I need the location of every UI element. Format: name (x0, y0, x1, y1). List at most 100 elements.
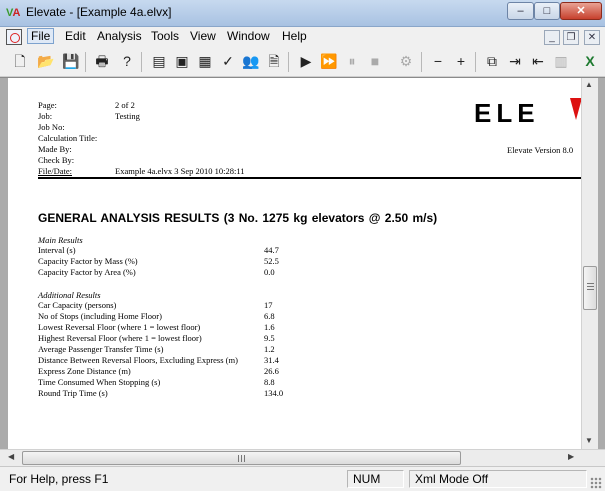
header-value-page: 2 of 2 (115, 100, 135, 110)
result-value: 44.7 (264, 245, 279, 255)
toolbar-separator (85, 52, 86, 72)
result-value: 1.2 (264, 344, 275, 354)
header-label-calculation-title: Calculation Title: (38, 133, 98, 143)
result-value: 31.4 (264, 355, 279, 365)
header-label-file-date: File/Date: (38, 166, 72, 176)
result-value: 1.6 (264, 322, 275, 332)
version-label: Elevate Version 8.0 (507, 145, 574, 155)
vertical-scrollbar[interactable]: ▲ ▼ (581, 78, 598, 450)
play-icon[interactable]: ▶ (295, 51, 317, 72)
result-label: Highest Reversal Floor (where 1 = lowest… (38, 333, 202, 343)
result-value: 52.5 (264, 256, 279, 266)
header-value-file-date: Example 4a.elvx 3 Sep 2010 10:28:11 (115, 166, 245, 176)
pause-icon[interactable]: ⏸ (341, 51, 363, 72)
toolbar-separator (141, 52, 142, 72)
save-icon[interactable]: 💾 (60, 51, 82, 72)
copy-icon[interactable]: ⧉ (481, 51, 503, 72)
settings-icon[interactable]: ⚙ (395, 51, 417, 72)
result-label: Express Zone Distance (m) (38, 366, 131, 376)
brand-accent-shape (570, 98, 581, 120)
grip-icon (587, 283, 594, 291)
horizontal-scroll-thumb[interactable] (22, 451, 461, 465)
result-label: Average Passenger Transfer Time (s) (38, 344, 164, 354)
zoom-in-icon[interactable]: + (450, 51, 472, 72)
maximize-button[interactable]: □ (534, 2, 560, 20)
fast-forward-icon[interactable]: ⏩ (318, 51, 340, 72)
document-icon[interactable] (6, 29, 22, 45)
header-label-made-by: Made By: (38, 144, 72, 154)
menu-help[interactable]: Help (279, 29, 310, 43)
result-label: No of Stops (including Home Floor) (38, 311, 162, 321)
app-icon[interactable]: VA (6, 6, 22, 20)
toolbar-separator (288, 52, 289, 72)
grip-icon (238, 455, 246, 462)
status-bar: For Help, press F1 NUM Xml Mode Off (0, 466, 605, 491)
result-label: Distance Between Reversal Floors, Exclud… (38, 355, 238, 365)
brand-logo: ELE (474, 98, 540, 128)
mdi-minimize-button[interactable]: _ (544, 30, 560, 45)
people-icon[interactable]: 👥 (240, 51, 262, 72)
scroll-down-arrow-icon[interactable]: ▼ (585, 436, 593, 445)
export-icon[interactable]: ⇥ (504, 51, 526, 72)
monitor-icon[interactable]: ▣ (171, 51, 193, 72)
open-icon[interactable]: 📂 (35, 51, 57, 72)
help-icon[interactable]: ? (116, 51, 138, 72)
header-value-job: Testing (115, 111, 140, 121)
result-value: 134.0 (264, 388, 284, 398)
minimize-button[interactable]: – (507, 2, 534, 20)
import-icon[interactable]: ⇤ (527, 51, 549, 72)
document-area: Page: 2 of 2 Job: Testing Job No: Calcul… (0, 77, 605, 450)
xml-mode-indicator: Xml Mode Off (409, 470, 587, 488)
menu-edit[interactable]: Edit (62, 29, 89, 43)
result-value: 26.6 (264, 366, 279, 376)
num-lock-indicator: NUM (347, 470, 404, 488)
menu-analysis[interactable]: Analysis (94, 29, 145, 43)
mdi-close-button[interactable]: ✕ (584, 30, 600, 45)
scroll-right-arrow-icon[interactable]: ▶ (568, 452, 574, 461)
horizontal-scrollbar[interactable]: ◀ ▶ (0, 449, 605, 466)
mdi-restore-button[interactable]: ❐ (563, 30, 579, 45)
scroll-left-arrow-icon[interactable]: ◀ (8, 452, 14, 461)
report-icon[interactable]: 🗎 (263, 51, 285, 72)
result-value: 0.0 (264, 267, 275, 277)
result-value: 17 (264, 300, 273, 310)
menu-bar: File Edit Analysis Tools View Window Hel… (0, 27, 605, 47)
close-button[interactable]: ✕ (560, 2, 602, 20)
view-icon[interactable]: ▦ (194, 51, 216, 72)
header-label-check-by: Check By: (38, 155, 75, 165)
result-value: 9.5 (264, 333, 275, 343)
data-icon[interactable]: ▤ (148, 51, 170, 72)
resize-grip-icon[interactable] (590, 477, 602, 489)
result-label: Car Capacity (persons) (38, 300, 117, 310)
result-label: Capacity Factor by Area (%) (38, 267, 136, 277)
window-title: Elevate - [Example 4a.elvx] (26, 5, 172, 19)
header-label-page: Page: (38, 100, 57, 110)
menu-tools[interactable]: Tools (148, 29, 182, 43)
result-label: Time Consumed When Stopping (s) (38, 377, 161, 387)
checklist-icon[interactable]: ✓ (217, 51, 239, 72)
menu-window[interactable]: Window (224, 29, 273, 43)
vertical-scroll-thumb[interactable] (583, 266, 597, 310)
scroll-up-arrow-icon[interactable]: ▲ (585, 80, 593, 89)
excel-icon[interactable]: X (579, 51, 601, 72)
print-icon[interactable]: 🖶 (91, 51, 113, 72)
main-results-heading: Main Results (38, 235, 83, 245)
result-label: Round Trip Time (s) (38, 388, 108, 398)
additional-results-heading: Additional Results (38, 290, 101, 300)
zoom-out-icon[interactable]: − (427, 51, 449, 72)
title-bar: VA Elevate - [Example 4a.elvx] – □ ✕ (0, 0, 605, 27)
result-label: Lowest Reversal Floor (where 1 = lowest … (38, 322, 201, 332)
status-help-text: For Help, press F1 (9, 472, 109, 486)
new-icon[interactable]: 🗋 (9, 51, 31, 72)
toolbar-separator (421, 52, 422, 72)
stop-icon[interactable]: ■ (364, 51, 386, 72)
menu-view[interactable]: View (187, 29, 219, 43)
header-label-job: Job: (38, 111, 53, 121)
result-label: Capacity Factor by Mass (%) (38, 256, 138, 266)
toolbar: 🗋 📂 💾 🖶 ? ▤ ▣ ▦ ✓ 👥 🗎 ▶ ⏩ ⏸ ■ ⚙ − + ⧉ ⇥ … (0, 47, 605, 77)
menu-file[interactable]: File (27, 28, 55, 44)
result-value: 8.8 (264, 377, 275, 387)
chart-icon[interactable]: ▥ (550, 51, 572, 72)
section-heading: GENERAL ANALYSIS RESULTS (3 No. 1275 kg … (38, 211, 438, 225)
toolbar-separator (475, 52, 476, 72)
